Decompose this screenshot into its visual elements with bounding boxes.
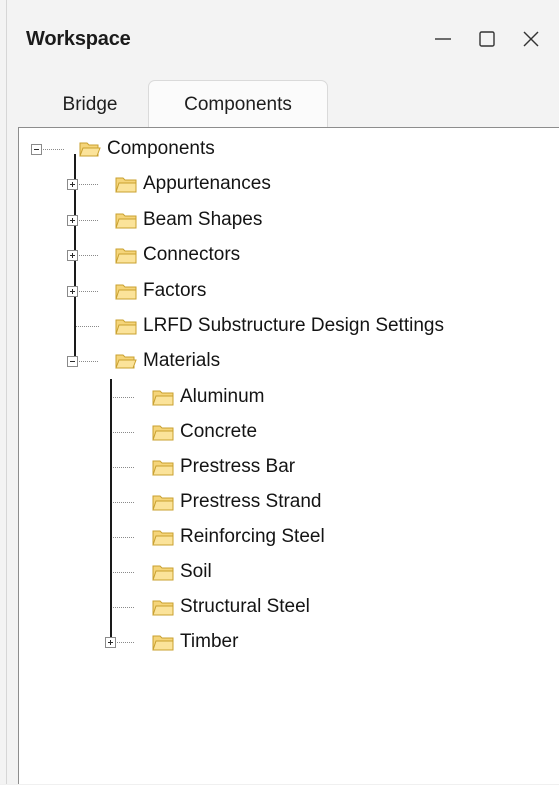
window-border bbox=[6, 0, 7, 784]
tree-connector bbox=[117, 642, 135, 643]
tab-components[interactable]: Components bbox=[148, 80, 328, 128]
folder-icon bbox=[152, 460, 174, 476]
components-tree: Components Appurtenances Beam Shapes Con… bbox=[19, 128, 559, 785]
tree-connector bbox=[113, 572, 135, 573]
folder-icon bbox=[152, 425, 174, 441]
maximize-icon bbox=[479, 31, 495, 47]
tree-node-prestress-bar[interactable]: Prestress Bar bbox=[152, 452, 295, 482]
tree-line-materials bbox=[110, 379, 112, 644]
folder-icon bbox=[115, 319, 137, 335]
tree-node-connectors[interactable]: Connectors bbox=[115, 240, 240, 270]
expand-toggle-beam-shapes[interactable] bbox=[67, 215, 78, 226]
expand-toggle-appurtenances[interactable] bbox=[67, 179, 78, 190]
tree-connector bbox=[113, 607, 135, 608]
tree-node-timber[interactable]: Timber bbox=[152, 627, 238, 657]
tree-node-label: Beam Shapes bbox=[143, 209, 263, 230]
window-title: Workspace bbox=[26, 28, 131, 50]
tree-node-label: Materials bbox=[143, 350, 221, 371]
close-icon bbox=[523, 31, 539, 47]
tree-node-concrete[interactable]: Concrete bbox=[152, 417, 257, 447]
tree-node-factors[interactable]: Factors bbox=[115, 276, 206, 306]
tree-connector bbox=[79, 184, 99, 185]
folder-icon bbox=[152, 495, 174, 511]
expand-toggle-timber[interactable] bbox=[105, 637, 116, 648]
tree-connector bbox=[43, 149, 65, 150]
tab-bridge[interactable]: Bridge bbox=[44, 82, 136, 127]
tree-node-label: Prestress Strand bbox=[180, 491, 322, 512]
folder-icon bbox=[115, 248, 137, 264]
tree-node-label: Concrete bbox=[180, 421, 258, 442]
tree-node-soil[interactable]: Soil bbox=[152, 557, 212, 587]
components-tree-panel: Components Appurtenances Beam Shapes Con… bbox=[18, 127, 559, 784]
tree-node-appurtenances[interactable]: Appurtenances bbox=[115, 169, 271, 199]
expand-toggle-connectors[interactable] bbox=[67, 250, 78, 261]
tree-node-lrfd-substructure-design-settings[interactable]: LRFD Substructure Design Settings bbox=[115, 311, 444, 341]
close-button[interactable] bbox=[518, 26, 544, 52]
tree-connector bbox=[79, 291, 99, 292]
folder-icon bbox=[152, 635, 174, 651]
tree-node-structural-steel[interactable]: Structural Steel bbox=[152, 592, 310, 622]
minimize-icon bbox=[435, 38, 451, 40]
tree-node-label: Prestress Bar bbox=[180, 456, 296, 477]
tree-node-label: Components bbox=[107, 138, 215, 159]
folder-icon bbox=[152, 530, 174, 546]
tree-connector bbox=[113, 397, 135, 398]
tree-node-prestress-strand[interactable]: Prestress Strand bbox=[152, 487, 322, 517]
tree-connector bbox=[113, 537, 135, 538]
collapse-toggle-materials[interactable] bbox=[67, 356, 78, 367]
tree-connector bbox=[113, 502, 135, 503]
tree-node-aluminum[interactable]: Aluminum bbox=[152, 382, 264, 412]
folder-icon bbox=[152, 390, 174, 406]
folder-icon bbox=[152, 565, 174, 581]
tree-node-label: Aluminum bbox=[180, 386, 265, 407]
tree-connector bbox=[79, 220, 99, 221]
expand-toggle-factors[interactable] bbox=[67, 286, 78, 297]
folder-icon bbox=[115, 177, 137, 193]
tree-node-label: Soil bbox=[180, 561, 212, 582]
tree-node-label: Appurtenances bbox=[143, 173, 271, 194]
maximize-button[interactable] bbox=[474, 26, 500, 52]
tree-node-label: Timber bbox=[180, 631, 239, 652]
folder-icon bbox=[152, 600, 174, 616]
tree-node-label: LRFD Substructure Design Settings bbox=[143, 315, 444, 336]
tree-node-label: Structural Steel bbox=[180, 596, 310, 617]
tree-connector bbox=[113, 432, 135, 433]
folder-icon bbox=[115, 284, 137, 300]
minimize-button[interactable] bbox=[430, 26, 456, 52]
folder-open-icon bbox=[115, 354, 137, 369]
tree-node-components[interactable]: Components bbox=[79, 134, 215, 164]
tree-node-reinforcing-steel[interactable]: Reinforcing Steel bbox=[152, 522, 325, 552]
tree-connector bbox=[79, 255, 99, 256]
tree-connector bbox=[79, 361, 99, 362]
tree-node-label: Factors bbox=[143, 280, 207, 301]
folder-icon bbox=[115, 213, 137, 229]
folder-open-icon bbox=[79, 142, 101, 157]
tree-connector bbox=[113, 467, 135, 468]
tree-node-label: Reinforcing Steel bbox=[180, 526, 325, 547]
tree-node-beam-shapes[interactable]: Beam Shapes bbox=[115, 205, 262, 235]
collapse-toggle-components[interactable] bbox=[31, 144, 42, 155]
tree-connector bbox=[76, 326, 99, 327]
tree-node-materials[interactable]: Materials bbox=[115, 346, 220, 376]
tree-node-label: Connectors bbox=[143, 244, 241, 265]
workspace-window: Workspace Bridge Components Components A… bbox=[0, 0, 559, 784]
